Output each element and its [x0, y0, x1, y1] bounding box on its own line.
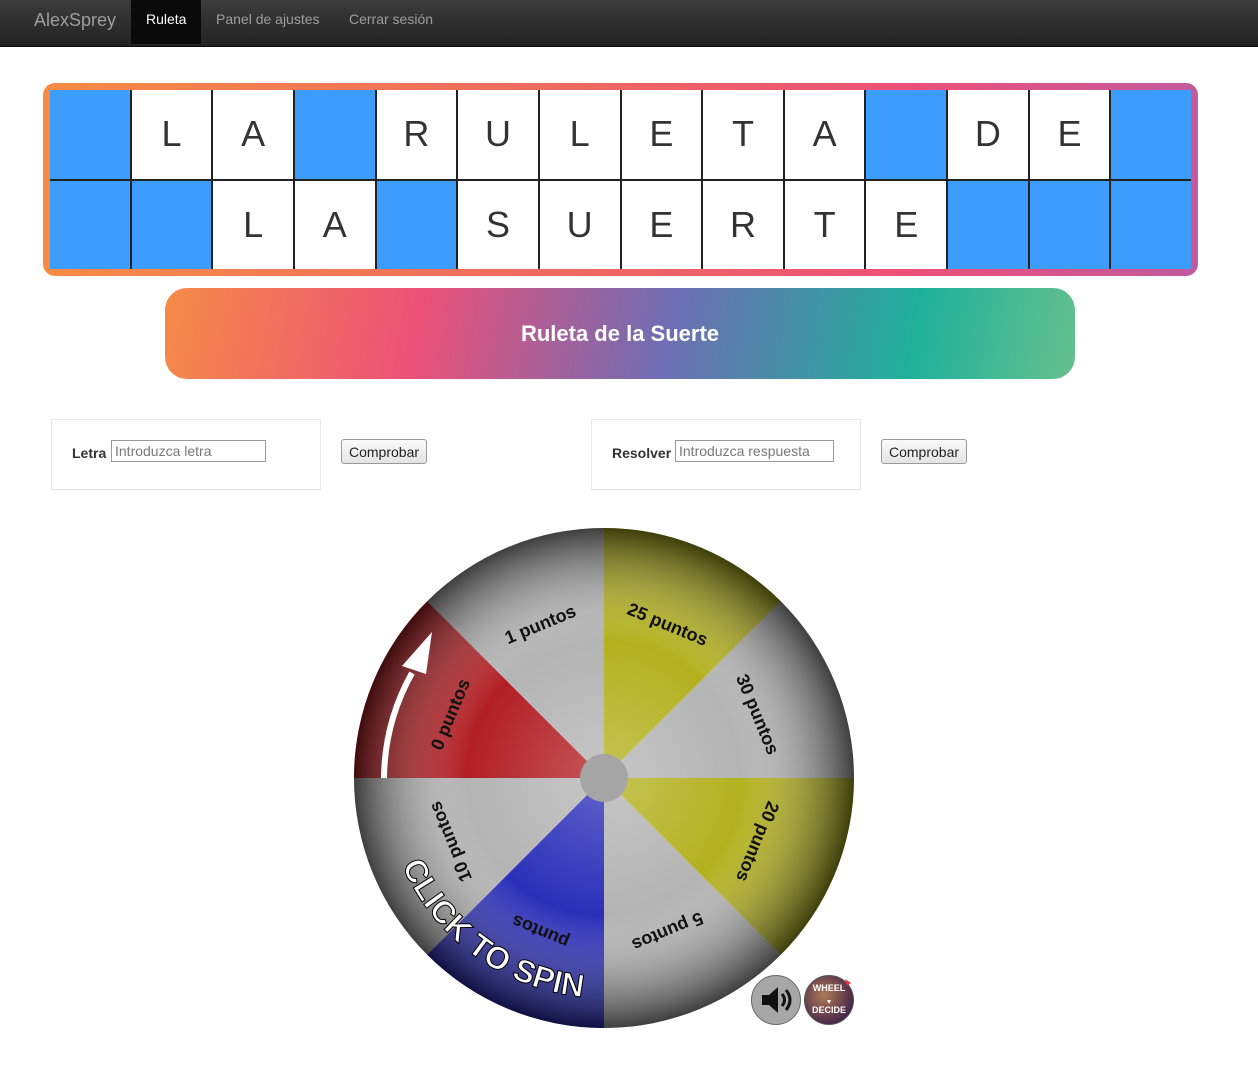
- letter-form: Letra: [51, 419, 321, 490]
- board-cell-letter: D: [948, 90, 1028, 179]
- board-cell-letter: E: [621, 180, 702, 269]
- board-cell-empty: [376, 180, 457, 269]
- board-cell-letter: U: [539, 180, 620, 269]
- nav-item-panel-ajustes[interactable]: Panel de ajustes: [216, 0, 320, 44]
- board-cell-letter: L: [539, 90, 620, 179]
- letter-board: LARULETADELASUERTE: [43, 83, 1198, 276]
- letter-board-grid: LARULETADELASUERTE: [50, 90, 1191, 269]
- board-cell-letter: R: [376, 90, 457, 179]
- board-cell-letter: L: [131, 90, 212, 179]
- wheeldecide-logo-button[interactable]: WHEEL DECIDE: [804, 975, 854, 1025]
- letter-label: Letra: [72, 445, 107, 461]
- brand-link[interactable]: AlexSprey: [34, 10, 116, 31]
- board-cell-letter: E: [621, 90, 702, 179]
- logo-text-bottom: DECIDE: [812, 1005, 846, 1015]
- title-banner: Ruleta de la Suerte: [165, 288, 1075, 379]
- wheel-hub: [580, 754, 628, 802]
- solve-check-button[interactable]: Comprobar: [881, 439, 968, 464]
- board-cell-letter: L: [213, 180, 293, 269]
- board-cell-empty: [50, 90, 130, 179]
- board-cell-letter: A: [784, 90, 865, 179]
- board-cell-letter: S: [458, 180, 538, 269]
- board-cell-empty: [1111, 180, 1191, 269]
- board-cell-letter: A: [213, 90, 293, 179]
- board-cell-empty: [948, 180, 1028, 269]
- nav-item-cerrar-sesion[interactable]: Cerrar sesión: [349, 0, 433, 44]
- board-cell-empty: [50, 180, 130, 269]
- solve-input[interactable]: [675, 440, 834, 462]
- board-cell-letter: E: [1029, 90, 1110, 179]
- top-navbar: AlexSprey Ruleta Panel de ajustes Cerrar…: [0, 0, 1258, 47]
- board-cell-letter: U: [458, 90, 538, 179]
- sound-toggle-button[interactable]: [751, 975, 801, 1025]
- wheeldecide-logo-icon: WHEEL DECIDE: [812, 979, 851, 1015]
- board-cell-letter: R: [703, 180, 783, 269]
- board-cell-empty: [131, 180, 212, 269]
- spin-wheel[interactable]: 25 puntos 30 puntos 20 puntos 5 puntos punto…: [354, 528, 854, 1028]
- board-cell-empty: [1029, 180, 1110, 269]
- nav-item-ruleta[interactable]: Ruleta: [131, 0, 202, 44]
- solve-label: Resolver: [612, 445, 672, 461]
- logo-text-top: WHEEL: [813, 983, 846, 993]
- board-cell-empty: [1111, 90, 1191, 179]
- board-cell-empty: [294, 90, 375, 179]
- banner-title: Ruleta de la Suerte: [520, 320, 720, 346]
- speaker-icon: [762, 987, 792, 1013]
- board-cell-letter: T: [784, 180, 865, 269]
- letter-check-button[interactable]: Comprobar: [341, 439, 428, 464]
- board-cell-letter: T: [703, 90, 783, 179]
- board-cell-empty: [866, 90, 947, 179]
- letter-input[interactable]: [111, 440, 266, 462]
- solve-form: Resolver: [591, 419, 861, 490]
- wheel-svg[interactable]: 25 puntos30 puntos20 puntos5 puntospunto…: [354, 528, 854, 1028]
- board-cell-letter: E: [866, 180, 947, 269]
- board-cell-letter: A: [294, 180, 375, 269]
